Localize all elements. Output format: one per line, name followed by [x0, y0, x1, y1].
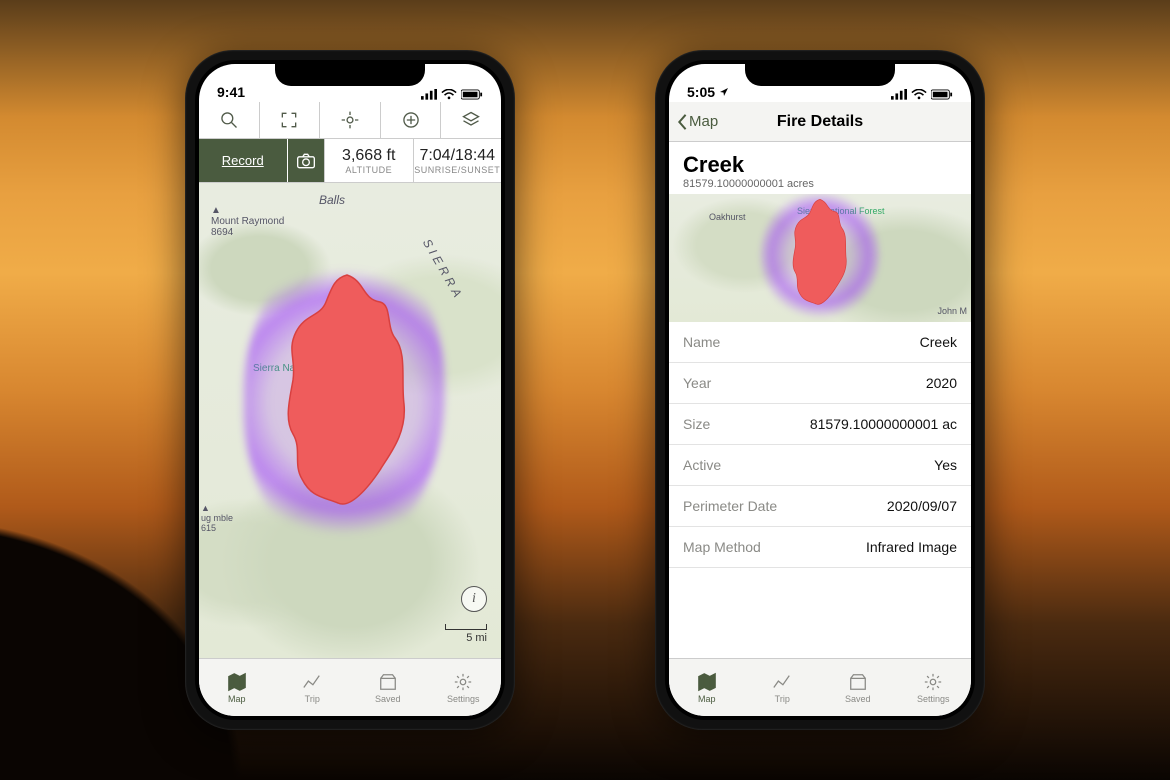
tab-settings[interactable]: Settings [426, 659, 502, 716]
record-label: Record [222, 153, 264, 168]
map-icon [696, 672, 718, 692]
detail-mini-map[interactable]: Oakhurst Sierra National Forest John M [669, 194, 971, 322]
nav-title: Fire Details [777, 113, 863, 131]
info-button[interactable]: i [461, 586, 487, 612]
table-row: Map Method Infrared Image [669, 527, 971, 568]
table-row: Year 2020 [669, 363, 971, 404]
row-key: Perimeter Date [683, 498, 777, 514]
table-row: Perimeter Date 2020/09/07 [669, 486, 971, 527]
tab-label: Trip [775, 694, 790, 704]
row-key: Active [683, 457, 721, 473]
battery-icon [461, 89, 483, 100]
phone-map-view: 9:41 Record 3,668 ft ALTITUDE [185, 50, 515, 730]
tab-trip[interactable]: Trip [745, 659, 821, 716]
tab-label: Saved [845, 694, 871, 704]
back-button[interactable]: Map [675, 113, 718, 131]
signal-icon [891, 89, 907, 100]
sunrise-sunset-readout[interactable]: 7:04/18:44 SUNRISE/SUNSET [414, 139, 502, 182]
tab-label: Map [698, 694, 716, 704]
table-row: Active Yes [669, 445, 971, 486]
settings-icon [922, 672, 944, 692]
locate-icon[interactable] [320, 102, 381, 138]
nav-bar: Map Fire Details [669, 102, 971, 142]
status-time: 9:41 [217, 84, 245, 100]
fire-acres: 81579.10000000001 acres [683, 178, 957, 190]
row-key: Map Method [683, 539, 761, 555]
row-value: Yes [934, 457, 957, 473]
row-key: Size [683, 416, 710, 432]
fullscreen-icon[interactable] [260, 102, 321, 138]
fire-name: Creek [683, 152, 957, 178]
camera-button[interactable] [288, 139, 325, 182]
battery-icon [931, 89, 953, 100]
table-row: Size 81579.10000000001 ac [669, 404, 971, 445]
tab-settings[interactable]: Settings [896, 659, 972, 716]
chevron-left-icon [675, 113, 689, 131]
map-label-john: John M [937, 306, 967, 316]
row-value: 81579.10000000001 ac [810, 416, 957, 432]
detail-header: Creek 81579.10000000001 acres [669, 142, 971, 194]
trip-icon [301, 672, 323, 692]
tab-saved[interactable]: Saved [820, 659, 896, 716]
tab-bar: Map Trip Saved Settings [669, 658, 971, 716]
row-key: Year [683, 375, 711, 391]
tab-map[interactable]: Map [669, 659, 745, 716]
status-indicators [891, 89, 953, 100]
camera-icon [296, 152, 316, 170]
scale-bar: 5 mi [445, 624, 487, 644]
table-row: Name Creek [669, 322, 971, 363]
back-label: Map [689, 113, 718, 130]
tab-saved[interactable]: Saved [350, 659, 426, 716]
wifi-icon [441, 89, 457, 100]
tab-bar: Map Trip Saved Settings [199, 658, 501, 716]
status-time: 5:05 [687, 84, 729, 100]
layers-icon[interactable] [441, 102, 501, 138]
wifi-icon [911, 89, 927, 100]
tab-label: Trip [305, 694, 320, 704]
row-value: Infrared Image [866, 539, 957, 555]
sun-value: 7:04/18:44 [419, 147, 495, 165]
record-button[interactable]: Record [199, 139, 288, 182]
tab-label: Settings [917, 694, 950, 704]
action-toolbar: Record 3,668 ft ALTITUDE 7:04/18:44 SUNR… [199, 139, 501, 183]
phone-fire-details: 5:05 Map Fire Details Creek 81579.100000… [655, 50, 985, 730]
tab-label: Settings [447, 694, 480, 704]
add-icon[interactable] [381, 102, 442, 138]
signal-icon [421, 89, 437, 100]
tab-map[interactable]: Map [199, 659, 275, 716]
settings-icon [452, 672, 474, 692]
map-label-mount: ▲Mount Raymond8694 [211, 205, 284, 238]
fire-perimeter[interactable] [272, 272, 422, 512]
icon-toolbar [199, 102, 501, 139]
tab-label: Saved [375, 694, 401, 704]
search-icon[interactable] [199, 102, 260, 138]
row-key: Name [683, 334, 720, 350]
location-arrow-icon [719, 87, 729, 97]
status-indicators [421, 89, 483, 100]
saved-icon [377, 672, 399, 692]
row-value: 2020/09/07 [887, 498, 957, 514]
saved-icon [847, 672, 869, 692]
scale-label: 5 mi [466, 632, 487, 644]
altitude-readout[interactable]: 3,668 ft ALTITUDE [325, 139, 414, 182]
tab-trip[interactable]: Trip [275, 659, 351, 716]
map-label-balls: Balls [319, 193, 345, 207]
altitude-value: 3,668 ft [342, 147, 395, 165]
map-label-oakhurst: Oakhurst [709, 212, 746, 222]
altitude-label: ALTITUDE [345, 165, 392, 175]
map-canvas[interactable]: ▲Mount Raymond8694 Balls SIERRA Sierra N… [199, 183, 501, 658]
fire-perimeter [780, 198, 860, 308]
row-value: Creek [920, 334, 957, 350]
map-label-ug: ▲ug mble615 [201, 503, 233, 533]
trip-icon [771, 672, 793, 692]
detail-list: Name Creek Year 2020 Size 81579.10000000001… [669, 322, 971, 658]
tab-label: Map [228, 694, 246, 704]
map-icon [226, 672, 248, 692]
sun-label: SUNRISE/SUNSET [414, 165, 500, 175]
row-value: 2020 [926, 375, 957, 391]
